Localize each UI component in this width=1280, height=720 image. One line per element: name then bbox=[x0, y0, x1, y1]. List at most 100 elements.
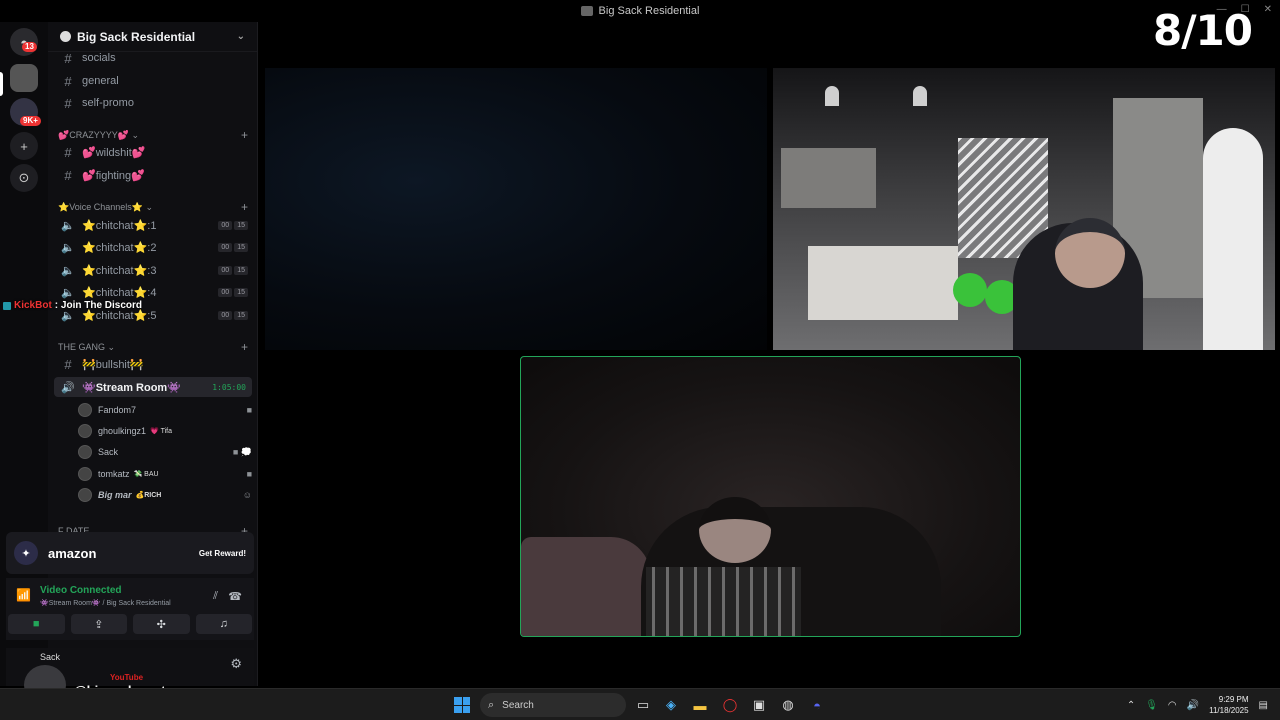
file-explorer-icon[interactable]: ▬ bbox=[691, 696, 709, 714]
app-icon[interactable]: ◍ bbox=[779, 696, 797, 714]
screenshare-button[interactable]: ⇪ bbox=[70, 614, 127, 634]
add-channel-icon[interactable]: + bbox=[241, 340, 248, 354]
video-tile-dark-room[interactable] bbox=[265, 68, 767, 350]
server-icon-big-sack[interactable] bbox=[10, 64, 38, 92]
server-thumbnail-icon bbox=[580, 6, 593, 16]
user-limit: 00 15 bbox=[218, 310, 248, 320]
pillow bbox=[521, 537, 651, 636]
soundboard-button[interactable]: ♫ bbox=[195, 614, 252, 634]
add-channel-icon[interactable]: + bbox=[241, 200, 248, 214]
speaker-icon: 🔈 bbox=[61, 241, 75, 254]
discord-taskbar-icon[interactable]: ◓ bbox=[808, 696, 826, 714]
hash-icon: # bbox=[64, 356, 72, 372]
voice-member[interactable]: Fandom7 ■ bbox=[78, 400, 252, 420]
server-unread-badge: 9K+ bbox=[20, 116, 41, 126]
active-server-pill bbox=[0, 72, 3, 96]
youtube-label: YouTube bbox=[110, 673, 144, 682]
windows-start-icon[interactable] bbox=[454, 697, 470, 713]
voice-channel-1[interactable]: 🔈 ⭐chitchat⭐:1 00 15 bbox=[54, 215, 252, 235]
camera-button[interactable]: ■ bbox=[8, 614, 65, 634]
voice-status: Video Connected bbox=[40, 585, 122, 596]
signal-icon[interactable]: 📶 bbox=[16, 588, 31, 602]
category-crazy[interactable]: 💕CRAZYYYY💕 ⌄ + bbox=[58, 128, 248, 142]
voice-buttons: ■ ⇪ ✣ ♫ bbox=[6, 614, 254, 634]
avatar bbox=[78, 445, 92, 459]
video-tile-kitchen[interactable] bbox=[773, 68, 1275, 350]
notification-icon[interactable]: ▤ bbox=[1259, 700, 1268, 711]
mic-icon[interactable]: 🎙 bbox=[1145, 700, 1158, 711]
user-limit: 00 15 bbox=[218, 242, 248, 252]
voice-member[interactable]: ghoulkingz1 💗 Tifa bbox=[78, 421, 252, 441]
user-limit: 00 15 bbox=[218, 287, 248, 297]
opera-icon[interactable]: ◯ bbox=[721, 696, 739, 714]
add-server-icon[interactable]: + bbox=[10, 132, 38, 160]
kick-icon bbox=[3, 301, 11, 310]
avatar bbox=[78, 467, 92, 481]
voice-location[interactable]: 👾Stream Room👾 / Big Sack Residential bbox=[40, 599, 171, 607]
chevron-down-icon: ⌄ bbox=[236, 31, 245, 42]
copilot-icon[interactable]: ◈ bbox=[662, 696, 680, 714]
activities-button[interactable]: ✣ bbox=[133, 614, 190, 634]
voice-channel-2[interactable]: 🔈 ⭐chitchat⭐:2 00 15 bbox=[54, 237, 252, 257]
emoji-status-icon: ☺ bbox=[242, 490, 252, 500]
volume-icon[interactable]: 🔊 bbox=[1187, 700, 1199, 711]
server-badge-icon bbox=[60, 31, 71, 42]
voice-channel-3[interactable]: 🔈 ⭐chitchat⭐:3 00 15 bbox=[54, 260, 252, 280]
window-title: Big Sack Residential bbox=[598, 5, 700, 17]
speaker-icon: 🔈 bbox=[61, 286, 75, 299]
window-titlebar: Big Sack Residential — ☐ ✕ bbox=[0, 0, 1280, 22]
video-tile-speaking[interactable] bbox=[520, 356, 1021, 637]
reward-promo-card[interactable]: ✦ amazon Get Reward! bbox=[6, 532, 254, 574]
store-icon[interactable]: ▣ bbox=[750, 696, 768, 714]
channel-general[interactable]: # general bbox=[54, 71, 252, 91]
discover-icon[interactable]: ⊙ bbox=[10, 164, 38, 192]
gear-icon[interactable]: ⚙ bbox=[230, 656, 242, 672]
get-reward-button[interactable]: Get Reward! bbox=[199, 549, 246, 558]
hash-icon: # bbox=[64, 95, 72, 111]
category-the-gang[interactable]: THE GANG ⌄ + bbox=[58, 340, 248, 354]
channel-wildshit[interactable]: # 💕wildshit💕 bbox=[54, 142, 252, 162]
disconnect-icon[interactable]: ☎ bbox=[228, 590, 242, 603]
voice-channel-stream-room[interactable]: 🔊 👾Stream Room👾 1:05:00 bbox=[54, 377, 252, 397]
chevron-up-icon[interactable]: ⌃ bbox=[1127, 700, 1135, 711]
skeleton-shirt bbox=[646, 567, 801, 636]
user-limit: 00 15 bbox=[218, 220, 248, 230]
server-name: Big Sack Residential bbox=[77, 29, 196, 44]
avatar bbox=[78, 403, 92, 417]
promo-brand: amazon bbox=[48, 545, 97, 561]
close-icon[interactable]: ✕ bbox=[1264, 4, 1272, 15]
pendant-lamp bbox=[825, 86, 839, 106]
hash-icon: # bbox=[64, 144, 72, 160]
add-channel-icon[interactable]: + bbox=[241, 128, 248, 142]
channel-self-promo[interactable]: # self-promo bbox=[54, 93, 252, 113]
voice-channel-4[interactable]: 🔈 ⭐chitchat⭐:4 00 15 bbox=[54, 282, 252, 302]
camera-icon: ■ bbox=[246, 405, 252, 415]
kitchen-cabinet bbox=[781, 148, 876, 208]
camera-icon: ■ bbox=[246, 469, 252, 479]
avatar bbox=[78, 424, 92, 438]
person-head bbox=[1055, 218, 1125, 288]
hash-icon: # bbox=[64, 167, 72, 183]
quest-icon: ✦ bbox=[14, 541, 38, 565]
dm-unread-badge: 13 bbox=[22, 42, 37, 52]
clock[interactable]: 9:29 PM 11/18/2025 bbox=[1209, 694, 1248, 716]
taskbar-search[interactable]: ⌕ Search bbox=[480, 693, 626, 717]
wifi-icon[interactable]: ◠ bbox=[1168, 700, 1177, 711]
camera-icon: ■ 💭 bbox=[232, 446, 252, 457]
call-timer: 1:05:00 bbox=[212, 382, 246, 392]
category-voice-channels[interactable]: ⭐Voice Channels⭐ ⌄ + bbox=[58, 200, 248, 214]
channel-socials[interactable]: # socials bbox=[54, 48, 252, 68]
task-view-icon[interactable]: ▭ bbox=[634, 696, 652, 714]
user-limit: 00 15 bbox=[218, 265, 248, 275]
avatar bbox=[78, 488, 92, 502]
search-icon: ⌕ bbox=[488, 698, 495, 711]
speaker-icon: 🔈 bbox=[61, 219, 75, 232]
channel-fighting[interactable]: # 💕fighting💕 bbox=[54, 165, 252, 185]
username: Sack bbox=[40, 652, 61, 662]
channel-bullshit[interactable]: # 🚧bullshit🚧 bbox=[54, 354, 252, 374]
kitchen-counter bbox=[808, 246, 958, 320]
voice-member[interactable]: Sack ■ 💭 bbox=[78, 442, 252, 462]
voice-member[interactable]: Big mar 💰RICH ☺ bbox=[78, 485, 252, 505]
noise-suppression-icon[interactable]: ⫽ bbox=[213, 590, 218, 603]
voice-member[interactable]: tomkatz 💸 BAU ■ bbox=[78, 464, 252, 484]
